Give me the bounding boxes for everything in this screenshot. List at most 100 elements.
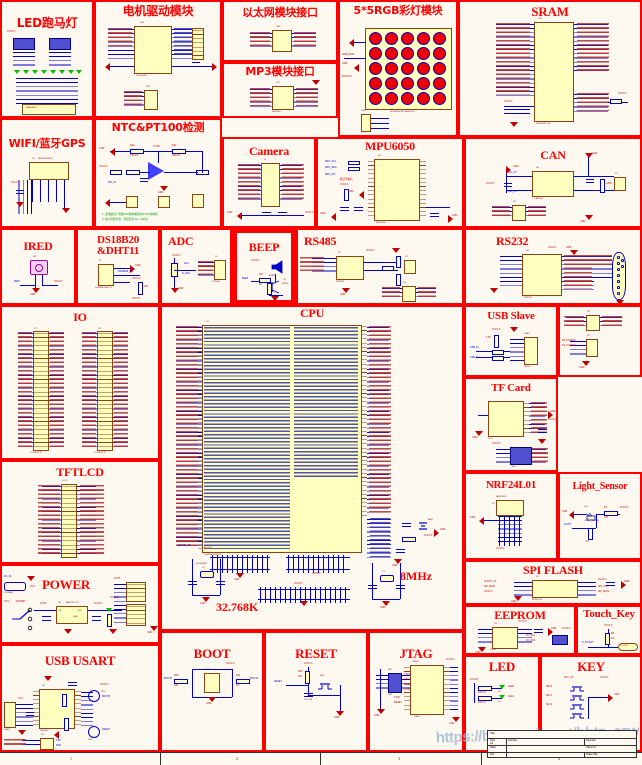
block-tf-card[interactable]: TF Card TF1 GND GND VCC3.3 VCC3.3 47K: [464, 377, 558, 472]
net-vcc33: VCC3.3: [226, 662, 235, 665]
ired-w2: [42, 275, 43, 285]
tb-col-2: [584, 738, 585, 745]
rgb-led: [433, 62, 446, 75]
io-p2-right-labels: [50, 332, 64, 448]
gnd-icon: [44, 676, 52, 681]
resistor-array-rp1: [13, 38, 35, 50]
light-sensor-des: LS1: [584, 506, 588, 508]
block-led-marquee[interactable]: LED跑马灯 HEADER 8 VCC3.3: [0, 0, 94, 118]
rgb-led: [433, 47, 446, 60]
block-can[interactable]: CAN U8 TJA1050 Can_TX Can_RX GND VCC3.3 …: [464, 137, 642, 228]
block-adc[interactable]: ADC VCC3.3 GND ADJ R_ADC J6 CONN4: [160, 228, 232, 305]
block-jtag[interactable]: JTAG JTAG1 JTAG VCC3.3 JTRST JTDI JTMS J…: [368, 631, 464, 752]
block-rgb-matrix[interactable]: 5*5RGB彩灯模块 WS2812B 5X5 RGB LED RGB_DATA …: [338, 0, 458, 137]
touch-res: [605, 633, 610, 645]
boot-jumper[interactable]: [204, 673, 220, 693]
block-usb-usart[interactable]: USB USART U4 CH340G USB2 VCC VCC3.3 TR1 …: [0, 644, 160, 752]
ldo-regulator: [56, 606, 88, 624]
rs485-part: SP3485: [336, 281, 344, 283]
adc-conn-part: CONN4: [212, 281, 220, 283]
led-d8-icon: [76, 70, 82, 74]
gnd-icon: [18, 730, 26, 735]
eth-right-labels: [294, 32, 316, 48]
page-div-3: [481, 753, 482, 765]
power-hdr-bus: [114, 584, 126, 624]
net-mpu-scl: MPU_SCL: [325, 160, 337, 163]
block-eeprom[interactable]: EEPROM U3 24C02 VCC3.3 GND VCC3.3 IIC_SC…: [464, 605, 576, 655]
block-cpu[interactable]: CPU U1 STM32F103ZET6 BOOT0_1R BOOT0 GND …: [160, 305, 464, 631]
block-usb-slave[interactable]: USB Slave USB1 VBUS VCC3.3 1.5K USB_D+ U…: [464, 305, 558, 377]
net-gnd: GND: [470, 516, 476, 519]
block-power[interactable]: POWER DC_IN POWER1 VCC VCC POWER U5 AMS1…: [0, 564, 160, 644]
net-rxd: RXD: [56, 744, 62, 747]
block-title: SPI FLASH: [523, 563, 583, 577]
rgb-led: [369, 32, 382, 45]
key2-switch[interactable]: [570, 708, 584, 719]
block-spi-flash[interactable]: SPI FLASH U2 W25Q128 FLASH_CS SPI_MISO V…: [464, 560, 642, 605]
power-switch[interactable]: [10, 606, 34, 632]
block-sram[interactable]: SRAM U12 IS62WV51216 VCC3.3 VCC3.3: [458, 0, 642, 137]
net-txd: TXD: [56, 739, 61, 742]
mpu-des: U6: [378, 155, 381, 157]
net-usb-dm: USB_D-: [470, 356, 479, 359]
mp3-connector: [272, 86, 294, 110]
ldo-pin-gnd: GND: [73, 616, 78, 618]
block-rs232[interactable]: RS232 U9 SP3232 VCC3.3 GND: [464, 228, 642, 305]
block-io[interactable]: IO P2 CONN-2X27 P3 CONN-2X27: [0, 305, 160, 460]
block-touch-key[interactable]: Touch_Key VCC3.3 R8 1M P_TOUCH TOUCH: [576, 605, 642, 655]
power-led-res: [107, 614, 112, 627]
cpu-cap-rail-3: [258, 589, 350, 590]
light-sensor-part: LIGHT_SENSE: [584, 520, 600, 522]
reset-button[interactable]: [318, 679, 332, 691]
ch340-right-bus: [81, 692, 93, 726]
led-res12-des: R12 1K: [478, 691, 486, 694]
block-motor-driver[interactable]: 电机驱动模块 U10 ULN2003D CN2: [94, 0, 222, 118]
block-ntc-pt100[interactable]: NTC&PT100检测 R20 10K/1% R22 10K/1% GND VC…: [94, 118, 222, 228]
block-ethernet[interactable]: 以太网模块接口 CN3: [222, 0, 338, 62]
reset-cap-des: C31 104: [304, 699, 313, 701]
block-light-sensor[interactable]: Light_Sensor LS1 LIGHT_SENSE GND R1 47K …: [558, 472, 642, 560]
ntc-wire-v: [158, 151, 159, 163]
net-gnd: GND: [452, 214, 458, 217]
net-jtms: JTMS: [404, 683, 411, 686]
touch-w2: [588, 647, 618, 648]
block-beep[interactable]: BEEP VCC3.3 BEEP R17 1K BEEP Q2 S8050 GN…: [232, 228, 296, 305]
spi-flash-part: W25Q128: [532, 599, 542, 601]
block-wifi-bt-gps[interactable]: WIFI/蓝牙GPS P1 HDR2X6(WIFI) VCC3.3: [0, 118, 94, 228]
rgb-led: [433, 32, 446, 45]
page-frame: 1 2 3 4: [0, 752, 642, 765]
tf-card-socket: [488, 401, 524, 437]
net-vcc33: VCC3.3: [496, 547, 505, 550]
block-title: Touch_Key: [583, 608, 635, 620]
can-part: TJA1050: [534, 198, 543, 200]
gnd-icon: [237, 212, 242, 220]
spi-flash-cap: [606, 580, 615, 589]
nrf-w5: [519, 516, 520, 546]
block-usart-jumper[interactable]: P8 P9 R1_POWER R1_POWER GND: [558, 305, 642, 377]
block-boot[interactable]: BOOT BOOT VCC3.3 R20 10K R21 1K BOOT0 BO…: [160, 631, 264, 752]
net-gnd: GND: [374, 714, 380, 717]
block-mpu6050[interactable]: MPU6050 U6 MPU6050 MPU_SCL MPU_SDA MPU_I…: [316, 137, 464, 228]
light-w1: [574, 514, 586, 515]
gnd-icon: [109, 629, 117, 634]
block-reset[interactable]: RESET VCC3.3 R19 10K RESET RST C31 104 G…: [264, 631, 368, 752]
usart-jp-des: P8: [587, 311, 590, 313]
block-ds18b20-dht11[interactable]: DS18B20 &DHT11 J3 DS18B20/DHT11 GND DS18…: [76, 228, 160, 305]
net-vcc: VCC: [30, 585, 36, 588]
block-title: Camera: [248, 144, 290, 158]
net-vccb: VCCB: [153, 145, 160, 148]
block-ired[interactable]: IRED IR1 GND VCC3.3 IRED: [0, 228, 76, 305]
block-tftlcd[interactable]: TFTLCD LCD1: [0, 460, 160, 564]
block-nrf24l01[interactable]: NRF24L01 NRF24L01 P1 GND VCC3.3: [464, 472, 558, 560]
motor-cn1-pins: [193, 30, 203, 58]
block-camera[interactable]: Camera J4 GND VCC3.3: [222, 137, 316, 228]
usb-slave-res-val: 1.5K: [486, 336, 491, 339]
block-title: 以太网模块接口: [242, 6, 318, 19]
block-rs485[interactable]: RS485 U7 SP3485 VCC3.3 GND P4 P5: [296, 228, 464, 305]
sram-pullup-res: [610, 99, 622, 104]
can-h-wire: [574, 176, 614, 177]
net-dc-in: DC_IN: [4, 575, 12, 578]
cpu-cap-rail-1b: [210, 569, 270, 570]
block-mp3[interactable]: MP3模块接口 JP1 HDR2X5: [222, 62, 338, 118]
ntc-conn-3: [192, 194, 204, 208]
